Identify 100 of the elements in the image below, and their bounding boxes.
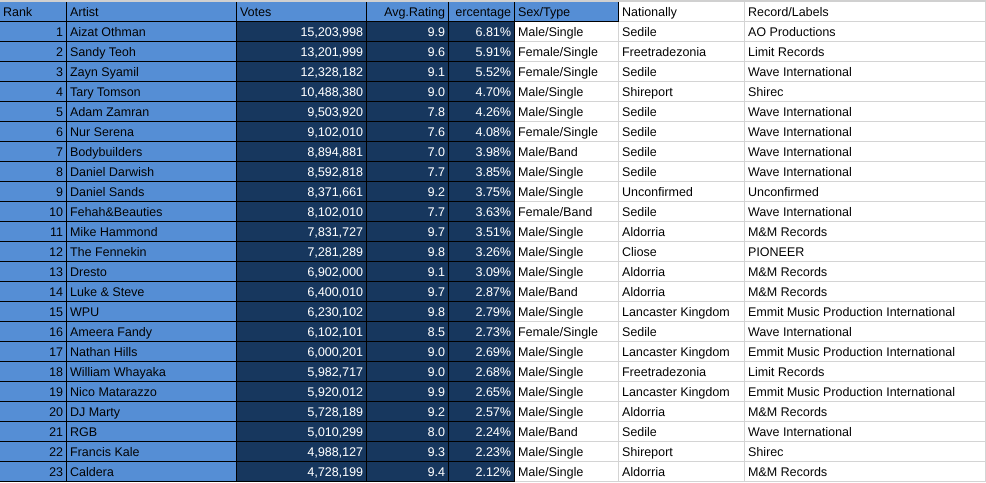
table-cell: Wave International (745, 322, 986, 342)
column-header: Record/Labels (745, 2, 986, 22)
table-cell: 9.2 (367, 182, 449, 202)
table-cell: 7.0 (367, 142, 449, 162)
table-cell: 9.7 (367, 282, 449, 302)
table-cell: 2.79% (449, 302, 515, 322)
table-cell: 8.5 (367, 322, 449, 342)
table-cell: 2.57% (449, 402, 515, 422)
table-cell: 3.26% (449, 242, 515, 262)
table-cell: 6,102,101 (237, 322, 367, 342)
table-cell: 21 (0, 422, 67, 442)
table-cell: 4 (0, 82, 67, 102)
table-cell: 9.8 (367, 302, 449, 322)
table-cell: DJ Marty (67, 402, 237, 422)
table-cell: Aldorria (619, 402, 745, 422)
table-cell: 3.85% (449, 162, 515, 182)
table-cell: 11 (0, 222, 67, 242)
table-cell: Shirec (745, 82, 986, 102)
table-cell: 5 (0, 102, 67, 122)
table-cell: Male/Single (515, 262, 619, 282)
table-cell: Wave International (745, 202, 986, 222)
table-cell: 8,894,881 (237, 142, 367, 162)
table-cell: Sedile (619, 22, 745, 42)
table-cell: Male/Single (515, 222, 619, 242)
table-cell: M&M Records (745, 282, 986, 302)
table-cell: The Fennekin (67, 242, 237, 262)
table-cell: 3.75% (449, 182, 515, 202)
table-cell: 7.8 (367, 102, 449, 122)
table-cell: Nico Matarazzo (67, 382, 237, 402)
table-cell: Emmit Music Production International (745, 382, 986, 402)
table-cell: Aizat Othman (67, 22, 237, 42)
table-cell: William Whayaka (67, 362, 237, 382)
table-cell: Limit Records (745, 42, 986, 62)
table-cell: 3.51% (449, 222, 515, 242)
table-cell: Male/Band (515, 282, 619, 302)
table-cell: 6,902,000 (237, 262, 367, 282)
table-cell: 9.1 (367, 62, 449, 82)
table-cell: Aldorria (619, 222, 745, 242)
table-cell: Male/Single (515, 382, 619, 402)
table-cell: 4,988,127 (237, 442, 367, 462)
table-cell: Sedile (619, 142, 745, 162)
table-cell: Shireport (619, 442, 745, 462)
table-cell: 2.69% (449, 342, 515, 362)
table-cell: 4.70% (449, 82, 515, 102)
table-cell: Nathan Hills (67, 342, 237, 362)
table-cell: Daniel Sands (67, 182, 237, 202)
table-cell: 13 (0, 262, 67, 282)
table-cell: 16 (0, 322, 67, 342)
table-cell: Emmit Music Production International (745, 302, 986, 322)
table-cell: Adam Zamran (67, 102, 237, 122)
table-cell: 6.81% (449, 22, 515, 42)
table-cell: Shireport (619, 82, 745, 102)
table-cell: Freetradezonia (619, 42, 745, 62)
table-cell: 3.63% (449, 202, 515, 222)
table-cell: 8,102,010 (237, 202, 367, 222)
table-cell: 2.23% (449, 442, 515, 462)
table-cell: 7.7 (367, 162, 449, 182)
table-cell: Female/Single (515, 122, 619, 142)
table-cell: AO Productions (745, 22, 986, 42)
table-cell: 9.9 (367, 22, 449, 42)
table-cell: 15 (0, 302, 67, 322)
table-cell: Sedile (619, 62, 745, 82)
table-cell: M&M Records (745, 262, 986, 282)
table-cell: Cliose (619, 242, 745, 262)
table-cell: 1 (0, 22, 67, 42)
table-cell: 12 (0, 242, 67, 262)
table-cell: 6,400,010 (237, 282, 367, 302)
table-cell: 4.08% (449, 122, 515, 142)
table-cell: PIONEER (745, 242, 986, 262)
table-cell: 6 (0, 122, 67, 142)
table-cell: 19 (0, 382, 67, 402)
table-cell: 2.12% (449, 462, 515, 482)
table-cell: Male/Single (515, 242, 619, 262)
table-cell: 9.9 (367, 382, 449, 402)
table-cell: 2.73% (449, 322, 515, 342)
table-cell: 18 (0, 362, 67, 382)
table-cell: 5,920,012 (237, 382, 367, 402)
table-cell: Sandy Teoh (67, 42, 237, 62)
table-cell: 14 (0, 282, 67, 302)
table-cell: Wave International (745, 162, 986, 182)
table-cell: Male/Band (515, 142, 619, 162)
table-cell: 8.0 (367, 422, 449, 442)
table-cell: Sedile (619, 122, 745, 142)
table-cell: Tary Tomson (67, 82, 237, 102)
table-cell: 9,503,920 (237, 102, 367, 122)
table-cell: 9 (0, 182, 67, 202)
column-header: ercentage (449, 2, 515, 22)
table-cell: Nur Serena (67, 122, 237, 142)
table-cell: M&M Records (745, 462, 986, 482)
table-cell: Sedile (619, 322, 745, 342)
table-cell: Fehah&Beauties (67, 202, 237, 222)
table-cell: Emmit Music Production International (745, 342, 986, 362)
column-header: Artist (67, 2, 237, 22)
table-cell: Shirec (745, 442, 986, 462)
table-cell: 9.6 (367, 42, 449, 62)
table-cell: Female/Single (515, 42, 619, 62)
column-header: Votes (237, 2, 367, 22)
table-cell: 17 (0, 342, 67, 362)
table-cell: 5,982,717 (237, 362, 367, 382)
table-cell: Male/Single (515, 342, 619, 362)
